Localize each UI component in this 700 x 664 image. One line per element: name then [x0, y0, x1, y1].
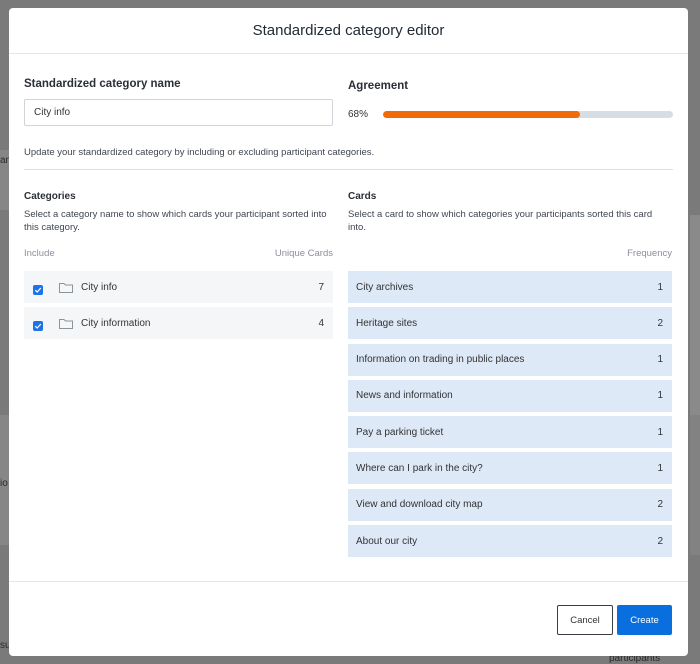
- background-strip: [690, 415, 700, 555]
- card-name: Where can I park in the city?: [356, 462, 483, 474]
- cards-title: Cards: [348, 191, 377, 202]
- category-editor-modal: Standardized category editor Standardize…: [9, 8, 688, 656]
- modal-header: Standardized category editor: [9, 8, 688, 54]
- folder-icon: [59, 318, 73, 329]
- card-frequency: 1: [657, 426, 663, 438]
- card-frequency: 2: [657, 317, 663, 329]
- background-text: io: [0, 478, 8, 489]
- categories-title: Categories: [24, 191, 76, 202]
- cards-description: Select a card to show which categories y…: [348, 209, 653, 233]
- agreement-percent: 68%: [348, 109, 369, 120]
- card-name: Pay a parking ticket: [356, 426, 444, 438]
- section-divider: [24, 169, 673, 170]
- card-name: News and information: [356, 390, 453, 402]
- card-frequency: 1: [657, 281, 663, 293]
- card-row[interactable]: City archives 1: [348, 271, 672, 303]
- unique-cards-header: Unique Cards: [274, 248, 333, 259]
- card-row[interactable]: Information on trading in public places 1: [348, 343, 672, 376]
- checkmark-icon: [34, 323, 42, 329]
- category-row[interactable]: City information 4: [24, 307, 333, 339]
- modal-footer: Cancel Create: [9, 581, 688, 656]
- agreement-progress-bar: [383, 111, 673, 118]
- card-name: Information on trading in public places: [356, 354, 525, 366]
- include-checkbox[interactable]: [33, 284, 43, 295]
- card-row[interactable]: News and information 1: [348, 379, 672, 412]
- card-row[interactable]: About our city 2: [348, 525, 672, 558]
- create-button[interactable]: Create: [617, 605, 672, 635]
- include-header: Include: [24, 248, 55, 259]
- cards-header: Frequency: [348, 248, 672, 261]
- category-name-label: Standardized category name: [24, 78, 181, 90]
- card-row[interactable]: Pay a parking ticket 1: [348, 416, 672, 449]
- card-frequency: 2: [657, 535, 663, 547]
- card-row[interactable]: View and download city map 2: [348, 488, 672, 521]
- category-name-input[interactable]: [24, 99, 333, 126]
- card-frequency: 1: [657, 354, 663, 366]
- category-name: City information: [81, 317, 151, 329]
- category-row[interactable]: City info 7: [24, 271, 333, 303]
- card-frequency: 1: [657, 462, 663, 474]
- agreement-label: Agreement: [348, 80, 409, 92]
- category-count: 4: [318, 317, 324, 329]
- category-count: 7: [318, 281, 324, 293]
- categories-description: Select a category name to show which car…: [24, 209, 327, 233]
- name-agreement-section: Standardized category name Agreement 68%…: [9, 54, 688, 169]
- card-name: About our city: [356, 535, 418, 547]
- category-list: City info 7 City information 4: [24, 271, 333, 339]
- include-checkbox[interactable]: [33, 320, 43, 331]
- cancel-button[interactable]: Cancel: [557, 605, 613, 635]
- categories-column: Categories Select a category name to sho…: [24, 191, 333, 343]
- folder-icon: [59, 282, 73, 293]
- agreement-progress-fill: [383, 111, 581, 118]
- cards-column: Cards Select a card to show which catego…: [348, 191, 672, 561]
- card-name: View and download city map: [356, 499, 483, 511]
- background-strip: [690, 215, 700, 415]
- card-name: Heritage sites: [356, 317, 418, 329]
- modal-title: Standardized category editor: [252, 22, 445, 39]
- categories-header: Include Unique Cards: [24, 248, 333, 261]
- card-row[interactable]: Where can I park in the city? 1: [348, 452, 672, 485]
- frequency-header: Frequency: [627, 248, 672, 259]
- category-name: City info: [81, 281, 118, 293]
- card-frequency: 1: [657, 390, 663, 402]
- card-name: City archives: [356, 281, 414, 293]
- checkmark-icon: [34, 287, 42, 293]
- card-row[interactable]: Heritage sites 2: [348, 307, 672, 340]
- card-frequency: 2: [657, 499, 663, 511]
- card-list: City archives 1 Heritage sites 2 Informati…: [348, 271, 672, 558]
- helper-text: Update your standardized category by inc…: [24, 147, 375, 158]
